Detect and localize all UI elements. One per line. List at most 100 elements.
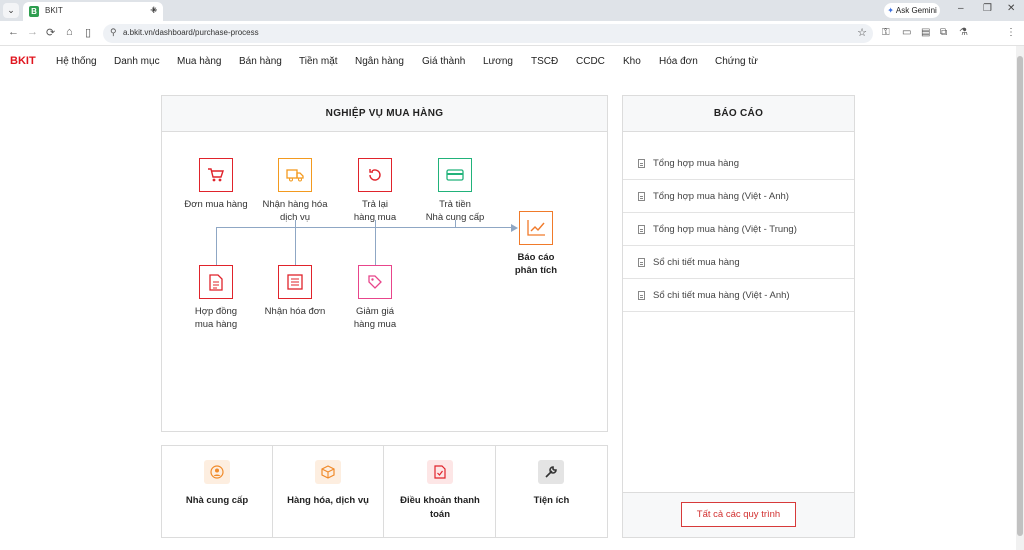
brand-logo[interactable]: BKIT [10, 55, 36, 67]
tile-label: Tiện ích [533, 495, 570, 506]
new-tab-icon[interactable]: + [150, 2, 158, 17]
line-chart-icon [527, 220, 545, 236]
flow-line-nhan-hoa-don [295, 220, 296, 265]
hop-dong-node[interactable] [199, 265, 233, 299]
report-item-label: Sổ chi tiết mua hàng (Việt - Anh) [653, 290, 790, 301]
payment-terms-icon [427, 460, 453, 484]
browser-toolbar: ← → ⟳ ⌂ ▯ ⚲ a.bkit.vn/dashboard/purchase… [0, 21, 1024, 60]
password-key-icon[interactable]: ⚿ [882, 27, 890, 38]
site-info-icon[interactable]: ⚲ [110, 27, 117, 38]
wrench-icon [538, 460, 564, 484]
supplier-icon [204, 460, 230, 484]
credit-card-icon [446, 169, 464, 181]
contract-icon [209, 273, 223, 291]
return-icon [369, 169, 381, 181]
report-title: BÁO CÁO [623, 96, 854, 132]
page-scrollbar[interactable] [1016, 46, 1024, 550]
tile-label: Nhà cung cấp [185, 495, 249, 506]
browser-tabbar: ⌄ B BKIT × + ✦ Ask Gemini – ❐ ✕ [0, 0, 1024, 21]
tile-dieu-khoan[interactable]: Điều khoản thanh toán [385, 446, 496, 537]
tra-tien-label[interactable]: Trả tiền Nhà cung cấp [400, 198, 510, 224]
box-icon [315, 460, 341, 484]
bao-cao-phan-tich-node[interactable] [519, 211, 553, 245]
cart-icon [208, 168, 224, 182]
truck-icon [286, 169, 304, 182]
document-icon [638, 258, 645, 267]
document-icon [638, 225, 645, 234]
menu-danh-muc[interactable]: Danh mục [114, 56, 160, 67]
browser-tab[interactable]: B BKIT × [23, 2, 163, 21]
invoice-icon [287, 274, 303, 290]
report-footer: Tất cả các quy trình [623, 492, 854, 537]
tra-tien-node[interactable] [438, 158, 472, 192]
minimize-icon[interactable]: – [958, 3, 964, 14]
tab-title: BKIT [45, 6, 63, 15]
tile-nha-cung-cap[interactable]: Nhà cung cấp [162, 446, 273, 537]
category-tiles: Nhà cung cấp Hàng hóa, dịch vụ Điều khoả… [161, 445, 608, 538]
menu-kho[interactable]: Kho [623, 56, 641, 67]
ask-gemini-button[interactable]: ✦ Ask Gemini [884, 3, 940, 18]
browser-menu-icon[interactable]: ⋮ [1006, 27, 1016, 38]
app-navbar: BKIT Hệ thống Danh mục Mua hàng Bán hàng… [0, 46, 1016, 78]
report-item-label: Tổng hợp mua hàng (Việt - Trung) [653, 224, 797, 235]
menu-chung-tu[interactable]: Chứng từ [715, 56, 758, 67]
back-icon[interactable]: ← [8, 26, 19, 38]
tra-lai-node[interactable] [358, 158, 392, 192]
report-item-label: Tổng hợp mua hàng (Việt - Anh) [653, 191, 789, 202]
flow-arrow-icon [511, 224, 518, 232]
flow-main-line [216, 227, 511, 228]
report-item[interactable]: Sổ chi tiết mua hàng (Việt - Anh) [623, 279, 854, 312]
menu-ccdc[interactable]: CCDC [576, 56, 605, 67]
menu-hoa-don[interactable]: Hóa đơn [659, 56, 698, 67]
tile-label: Điều khoản thanh toán [400, 495, 480, 520]
report-item[interactable]: Tổng hợp mua hàng (Việt - Trung) [623, 213, 854, 246]
tile-label: Hàng hóa, dịch vụ [287, 495, 369, 506]
reload-icon[interactable]: ⟳ [46, 26, 55, 39]
lab-icon[interactable]: ⚗ [959, 27, 968, 38]
menu-he-thong[interactable]: Hệ thống [56, 56, 97, 67]
report-item-label: Sổ chi tiết mua hàng [653, 257, 740, 268]
url-text: a.bkit.vn/dashboard/purchase-process [123, 28, 259, 37]
extensions-icon[interactable]: ⧉ [940, 27, 947, 38]
home-icon[interactable]: ⌂ [66, 26, 73, 38]
menu-tscd[interactable]: TSCĐ [531, 56, 558, 67]
bookmark-star-icon[interactable]: ☆ [857, 26, 867, 39]
tile-hang-hoa[interactable]: Hàng hóa, dịch vụ [273, 446, 384, 537]
process-title: NGHIỆP VỤ MUA HÀNG [162, 96, 607, 132]
menu-ngan-hang[interactable]: Ngân hàng [355, 56, 404, 67]
scroll-thumb[interactable] [1017, 56, 1023, 536]
nhan-hang-hoa-node[interactable] [278, 158, 312, 192]
address-bar[interactable]: ⚲ a.bkit.vn/dashboard/purchase-process ☆ [103, 24, 873, 43]
tile-tien-ich[interactable]: Tiện ích [496, 446, 607, 537]
menu-ban-hang[interactable]: Bán hàng [239, 56, 282, 67]
document-icon [638, 159, 645, 168]
bao-cao-phan-tich-label[interactable]: Báo cáo phân tích [481, 251, 591, 277]
side-panel-icon[interactable]: ▯ [85, 26, 91, 39]
reader-icon[interactable]: ▤ [921, 27, 930, 38]
nhan-hoa-don-node[interactable] [278, 265, 312, 299]
card-icon[interactable]: ▭ [902, 27, 911, 38]
all-processes-button[interactable]: Tất cả các quy trình [681, 502, 796, 527]
gemini-star-icon: ✦ [887, 6, 894, 15]
giam-gia-node[interactable] [358, 265, 392, 299]
don-mua-hang-node[interactable] [199, 158, 233, 192]
menu-luong[interactable]: Lương [483, 56, 513, 67]
close-window-icon[interactable]: ✕ [1007, 3, 1015, 14]
ask-gemini-label: Ask Gemini [895, 6, 937, 15]
forward-icon[interactable]: → [27, 26, 38, 38]
report-item[interactable]: Sổ chi tiết mua hàng [623, 246, 854, 279]
tab-list-dropdown-icon[interactable]: ⌄ [3, 3, 19, 18]
flow-line-hop-dong [216, 227, 217, 265]
restore-icon[interactable]: ❐ [983, 3, 992, 14]
flow-line-giam-gia [375, 220, 376, 265]
document-icon [638, 291, 645, 300]
report-item[interactable]: Tổng hợp mua hàng [623, 147, 854, 180]
menu-tien-mat[interactable]: Tiền mặt [299, 56, 338, 67]
document-icon [638, 192, 645, 201]
process-panel: NGHIỆP VỤ MUA HÀNG Đơn mua hàng Nhận hàn… [161, 95, 608, 432]
report-item[interactable]: Tổng hợp mua hàng (Việt - Anh) [623, 180, 854, 213]
menu-mua-hang[interactable]: Mua hàng [177, 56, 221, 67]
report-panel: BÁO CÁO Tổng hợp mua hàng Tổng hợp mua h… [622, 95, 855, 538]
giam-gia-label[interactable]: Giảm giá hàng mua [320, 305, 430, 331]
menu-gia-thanh[interactable]: Giá thành [422, 56, 465, 67]
